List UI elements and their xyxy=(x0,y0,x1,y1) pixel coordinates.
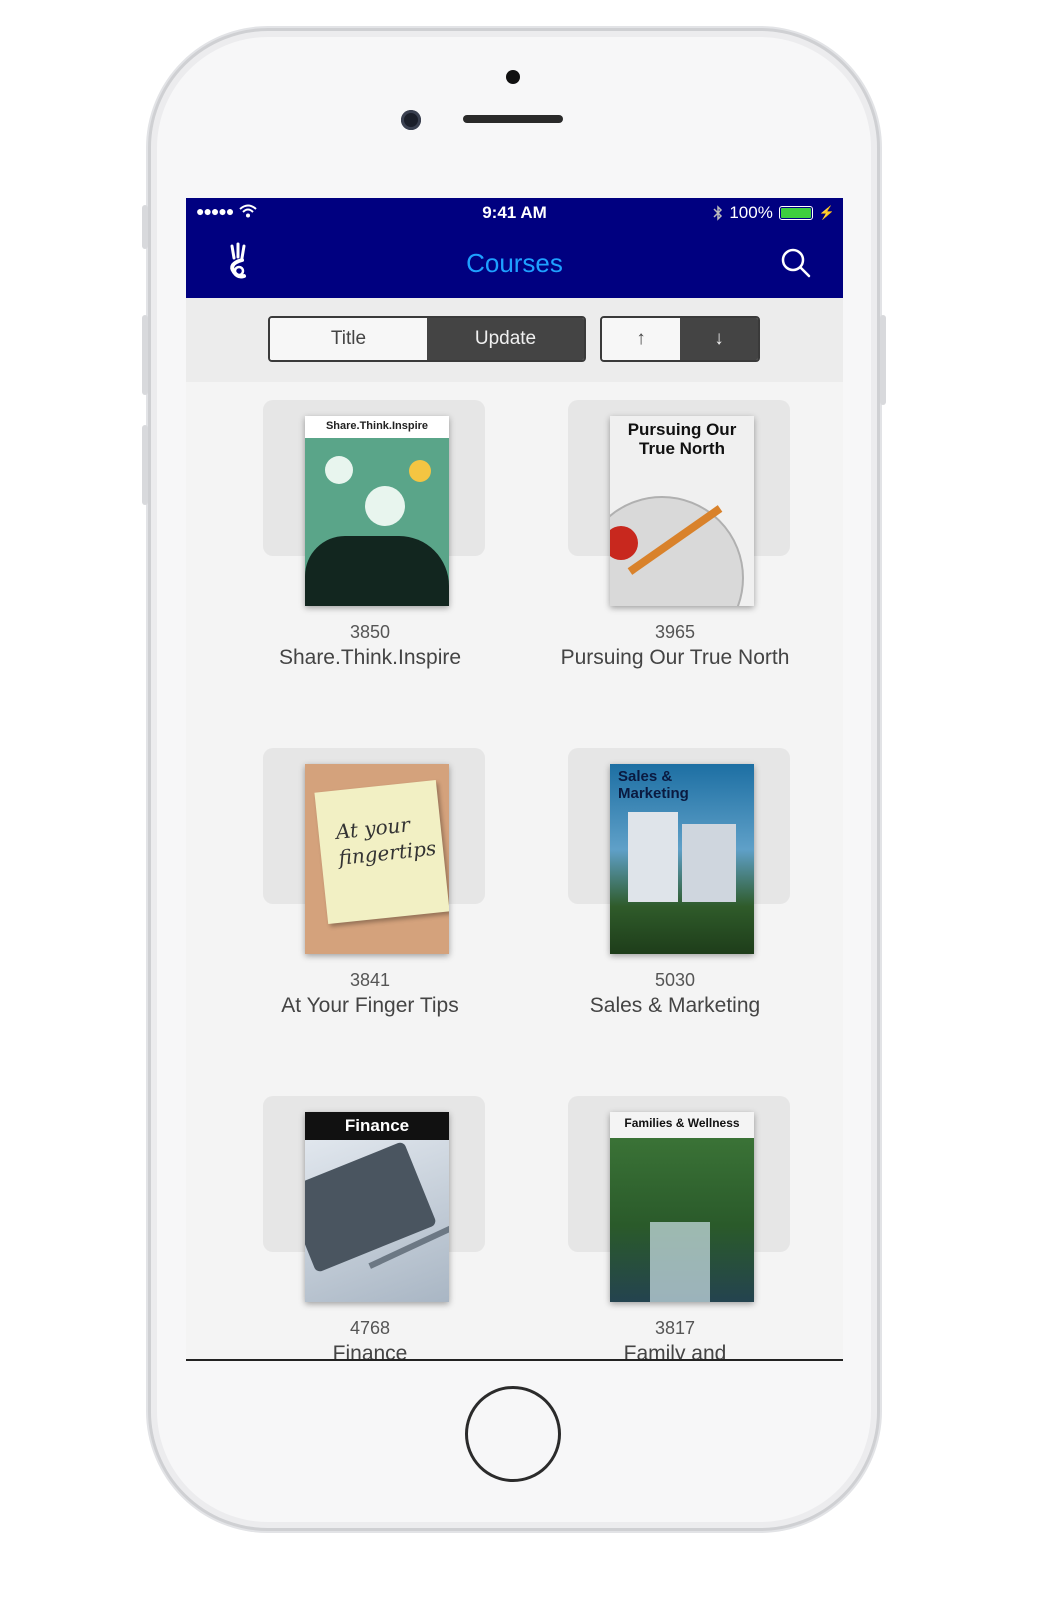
front-camera xyxy=(401,110,421,130)
sort-by-update-button[interactable]: Update xyxy=(427,318,584,360)
course-name: Pursuing Our True North xyxy=(560,646,790,669)
course-cover-image[interactable]: Families & Wellness xyxy=(610,1112,754,1302)
volume-down-button xyxy=(142,425,148,505)
battery-level xyxy=(780,208,811,218)
sort-order-segmented-control: ↑ ↓ xyxy=(600,316,760,362)
earpiece-speaker xyxy=(463,115,563,123)
course-cover-image[interactable]: Pursuing Our True North xyxy=(610,416,754,606)
course-cover-image[interactable]: Share.Think.Inspire xyxy=(305,416,449,606)
course-id: 5030 xyxy=(654,970,696,990)
sort-field-segmented-control: Title Update xyxy=(268,316,586,362)
cover-art xyxy=(682,824,736,902)
nav-bar: Courses xyxy=(186,228,843,298)
course-name: At Your Finger Tips xyxy=(281,994,459,1017)
page-title: Courses xyxy=(466,248,563,278)
course-cover-image[interactable]: Finance xyxy=(305,1112,449,1302)
cover-title: Sales & Marketing xyxy=(618,768,689,802)
sort-toolbar: Title Update ↑ ↓ xyxy=(186,298,843,382)
course-id: 3965 xyxy=(654,622,696,642)
cover-title: Finance xyxy=(344,1116,410,1135)
battery-icon xyxy=(778,206,813,220)
cover-art xyxy=(305,536,449,606)
sort-ascending-button[interactable]: ↑ xyxy=(602,318,680,360)
cover-title: At your fingertips xyxy=(334,812,438,870)
mute-switch xyxy=(142,205,148,249)
cover-title: Families & Wellness xyxy=(624,1116,740,1130)
power-button xyxy=(880,315,886,405)
bluetooth-icon xyxy=(713,205,723,221)
cover-title: Share.Think.Inspire xyxy=(325,420,429,432)
charging-icon: ⚡ xyxy=(818,205,835,220)
home-button[interactable] xyxy=(465,1386,561,1482)
course-name: Share.Think.Inspire xyxy=(278,646,462,669)
cover-art xyxy=(305,1140,438,1274)
course-name: Family and xyxy=(623,1342,727,1361)
cover-art xyxy=(650,1222,710,1302)
course-name: Finance xyxy=(332,1342,408,1361)
course-id: 3817 xyxy=(654,1318,696,1338)
course-id: 4768 xyxy=(349,1318,391,1338)
proximity-sensor xyxy=(506,70,520,84)
cover-art xyxy=(365,486,405,526)
cover-title: Pursuing Our True North xyxy=(627,420,737,458)
sort-descending-button[interactable]: ↓ xyxy=(680,318,758,360)
course-cover-image[interactable]: At your fingertips xyxy=(305,764,449,954)
course-id: 3850 xyxy=(349,622,391,642)
search-icon[interactable] xyxy=(779,246,813,280)
battery-percent: 100% xyxy=(729,203,773,222)
course-cover-image[interactable]: Sales & Marketing xyxy=(610,764,754,954)
course-name: Sales & Marketing xyxy=(589,994,761,1017)
course-id: 3841 xyxy=(349,970,391,990)
screen: ●●●●● 9:41 AM 100% ⚡ Courses Title Updat… xyxy=(186,198,843,1361)
sort-by-title-button[interactable]: Title xyxy=(270,318,427,360)
status-bar: ●●●●● 9:41 AM 100% ⚡ xyxy=(186,198,843,228)
cover-art xyxy=(325,456,353,484)
cover-art xyxy=(409,460,431,482)
volume-up-button xyxy=(142,315,148,395)
battery-area: 100% ⚡ xyxy=(713,203,835,223)
cover-art xyxy=(628,812,678,902)
